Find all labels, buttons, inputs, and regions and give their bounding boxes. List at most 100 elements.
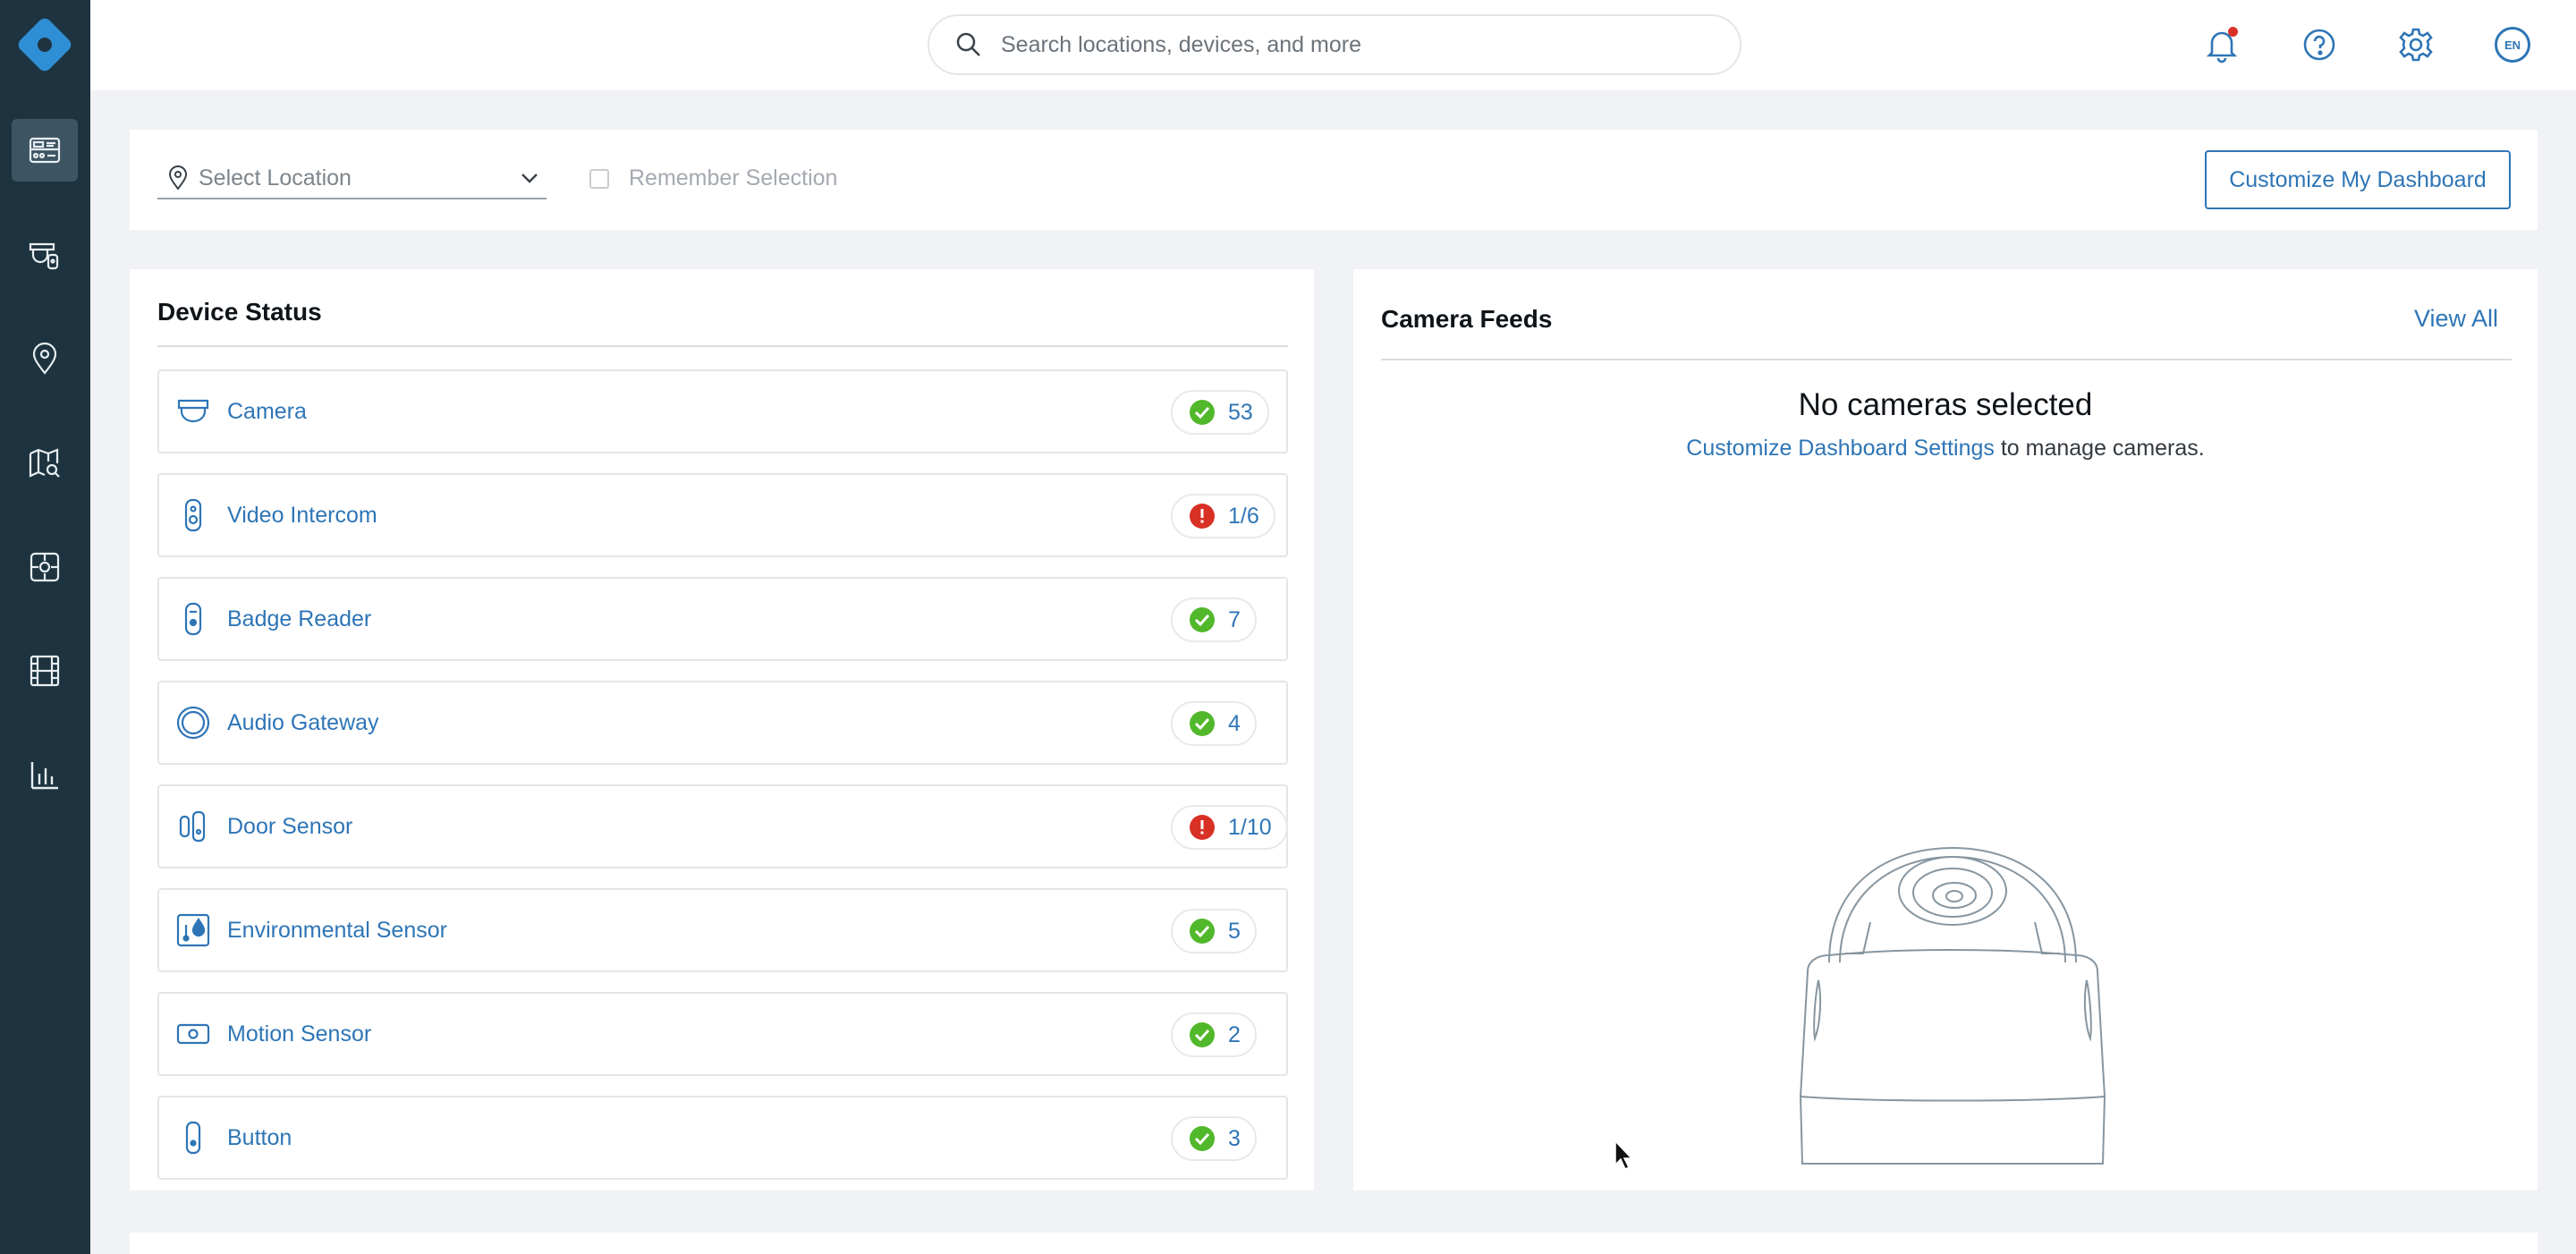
camera-icon <box>177 399 209 423</box>
door-sensor-icon <box>179 810 206 843</box>
dashboard-icon <box>29 137 61 164</box>
dome-camera-illustration <box>1800 846 2106 1165</box>
status-pill[interactable]: 7 <box>1171 597 1257 642</box>
device-count: 5 <box>1228 918 1241 944</box>
location-pin-icon <box>32 342 57 375</box>
remember-selection-label: Remember Selection <box>629 165 838 191</box>
devices-icon <box>29 242 59 270</box>
device-name: Audio Gateway <box>227 709 379 735</box>
device-row-button[interactable]: Button 3 <box>157 1096 1288 1180</box>
check-circle-icon <box>1190 607 1215 632</box>
device-count: 53 <box>1228 399 1253 425</box>
divider <box>157 345 1288 347</box>
search-input[interactable] <box>1001 31 1699 58</box>
device-count: 1/6 <box>1228 503 1259 529</box>
location-pin-icon <box>168 165 188 191</box>
device-row-motion-sensor[interactable]: Motion Sensor 2 <box>157 992 1288 1076</box>
device-row-audio-gateway[interactable]: Audio Gateway 4 <box>157 681 1288 765</box>
sidebar-item-dashboard[interactable] <box>12 119 78 182</box>
check-circle-icon <box>1190 1126 1215 1151</box>
location-select[interactable]: Select Location <box>157 158 547 199</box>
intercom-icon <box>184 498 202 532</box>
camera-feeds-card: Camera Feeds View All No cameras selecte… <box>1353 269 2538 1190</box>
environmental-sensor-icon <box>176 913 210 947</box>
remember-selection[interactable]: Remember Selection <box>589 165 837 191</box>
sidebar-item-floorplan[interactable] <box>12 536 78 598</box>
location-select-label: Select Location <box>199 165 352 191</box>
search-bar[interactable] <box>928 14 1741 75</box>
alert-circle-icon <box>1190 504 1215 529</box>
device-name: Environmental Sensor <box>227 917 447 943</box>
help-icon <box>2303 29 2335 61</box>
map-search-icon <box>29 448 60 478</box>
device-name: Door Sensor <box>227 813 353 839</box>
language-badge: EN <box>2495 27 2530 63</box>
analytics-icon <box>30 762 58 790</box>
device-row-video-intercom[interactable]: Video Intercom 1/6 <box>157 473 1288 557</box>
device-name: Video Intercom <box>227 502 377 528</box>
search-icon <box>956 32 980 56</box>
device-name: Motion Sensor <box>227 1021 372 1046</box>
device-name: Camera <box>227 398 307 424</box>
customize-dashboard-button[interactable]: Customize My Dashboard <box>2205 150 2511 209</box>
device-name: Badge Reader <box>227 606 372 631</box>
status-pill[interactable]: 2 <box>1171 1013 1257 1057</box>
empty-state-suffix: to manage cameras. <box>1994 436 2205 461</box>
check-circle-icon <box>1190 400 1215 425</box>
sidebar-item-analytics[interactable] <box>12 744 78 807</box>
remember-selection-checkbox[interactable] <box>589 168 609 189</box>
divider <box>1381 359 2512 360</box>
floor-plan-icon <box>30 552 60 582</box>
chevron-down-icon <box>521 174 538 183</box>
notification-dot <box>2228 27 2238 37</box>
device-count: 2 <box>1228 1021 1241 1047</box>
status-pill[interactable]: 3 <box>1171 1116 1257 1161</box>
status-pill[interactable]: 1/6 <box>1171 494 1275 538</box>
device-row-environmental-sensor[interactable]: Environmental Sensor 5 <box>157 888 1288 972</box>
sidebar-item-locations[interactable] <box>12 327 78 390</box>
notifications-button[interactable] <box>2197 20 2247 70</box>
device-row-badge-reader[interactable]: Badge Reader 7 <box>157 577 1288 661</box>
help-button[interactable] <box>2294 20 2344 70</box>
sidebar-item-recordings[interactable] <box>12 640 78 702</box>
sidebar-item-map[interactable] <box>12 432 78 495</box>
device-status-title: Device Status <box>157 298 322 326</box>
device-row-door-sensor[interactable]: Door Sensor 1/10 <box>157 784 1288 868</box>
status-pill[interactable]: 53 <box>1171 390 1269 435</box>
device-count: 1/10 <box>1228 814 1272 840</box>
gear-icon <box>2399 28 2433 62</box>
status-pill[interactable]: 1/10 <box>1171 805 1288 850</box>
device-status-card: Device Status Camera 53 Video Intercom 1… <box>130 269 1314 1190</box>
device-count: 4 <box>1228 710 1241 736</box>
sidebar <box>0 0 90 1254</box>
empty-state-message: Customize Dashboard Settings to manage c… <box>1353 436 2538 462</box>
alert-circle-icon <box>1190 815 1215 840</box>
check-circle-icon <box>1190 919 1215 944</box>
language-button[interactable]: EN <box>2487 20 2538 70</box>
top-bar: EN <box>90 0 2576 90</box>
motion-sensor-icon <box>176 1023 210 1045</box>
check-circle-icon <box>1190 1022 1215 1047</box>
settings-button[interactable] <box>2391 20 2441 70</box>
app-root: EN Select Location Remember Selection Cu… <box>0 0 2576 1254</box>
device-count: 3 <box>1228 1125 1241 1151</box>
device-row-camera[interactable]: Camera 53 <box>157 369 1288 453</box>
view-all-link[interactable]: View All <box>2414 305 2498 333</box>
device-count: 7 <box>1228 606 1241 632</box>
audio-gateway-icon <box>176 706 210 740</box>
next-card <box>130 1233 2538 1254</box>
filter-bar: Select Location Remember Selection Custo… <box>130 130 2538 230</box>
sidebar-item-devices[interactable] <box>12 224 78 286</box>
film-icon <box>30 655 60 687</box>
device-name: Button <box>227 1124 292 1150</box>
button-device-icon <box>185 1121 201 1155</box>
badge-reader-icon <box>184 602 202 636</box>
customize-settings-link[interactable]: Customize Dashboard Settings <box>1686 436 1995 461</box>
status-pill[interactable]: 5 <box>1171 909 1257 953</box>
camera-feeds-title: Camera Feeds <box>1381 305 1553 333</box>
mouse-cursor-icon <box>1614 1140 1633 1171</box>
check-circle-icon <box>1190 711 1215 736</box>
empty-state-title: No cameras selected <box>1798 387 2093 422</box>
status-pill[interactable]: 4 <box>1171 701 1257 746</box>
logo-icon[interactable] <box>15 15 74 74</box>
